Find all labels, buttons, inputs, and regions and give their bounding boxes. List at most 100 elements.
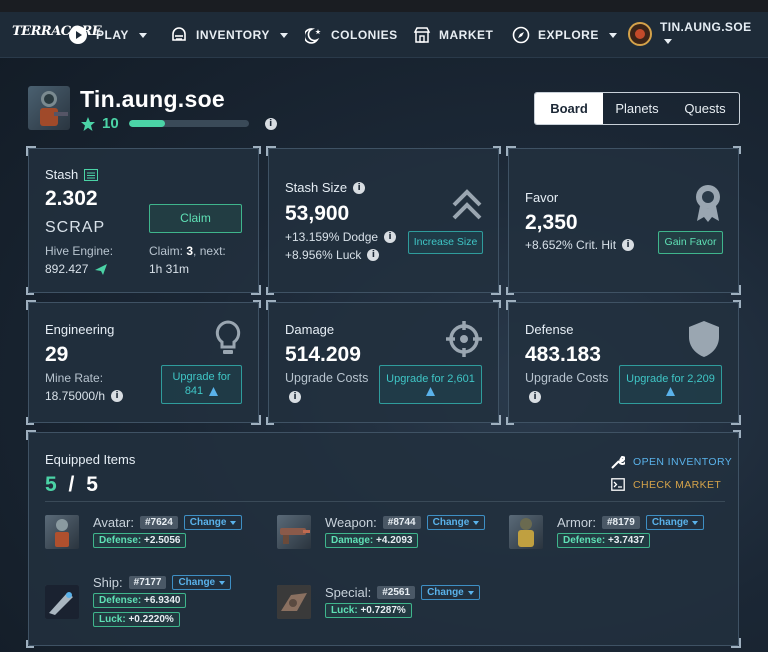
avatar-label-row: Avatar: #7624 Change <box>93 515 243 530</box>
info-icon[interactable]: i <box>289 391 301 403</box>
engineering-value: 29 <box>45 343 69 366</box>
send-icon[interactable] <box>94 263 108 276</box>
info-icon[interactable]: i <box>622 239 635 251</box>
caret-down-icon <box>467 590 474 595</box>
double-chevron-up-icon <box>452 189 482 220</box>
special-label: Special: <box>325 585 372 600</box>
upgrade-damage-button[interactable]: Upgrade for 2,601 <box>379 365 482 404</box>
ship-label-row: Ship: #7177 Change <box>93 575 232 590</box>
hive-engine-value: 892.427 <box>45 262 89 276</box>
special-stat-key: Luck: <box>331 605 358 616</box>
damage-costs-label: Upgrade Costs <box>285 371 369 385</box>
favor-value: 2,350 <box>525 211 578 234</box>
avatar-change-button[interactable]: Change <box>183 515 243 530</box>
weapon-change-button[interactable]: Change <box>426 515 486 530</box>
equipped-title: Equipped Items <box>45 452 136 467</box>
dodge-row: +13.159% Dodge i <box>285 230 397 244</box>
avatar-id: #7624 <box>139 516 178 529</box>
ship-change-button[interactable]: Change <box>172 575 232 590</box>
avatar-label: Avatar: <box>93 515 134 530</box>
upgrade-engineering-button[interactable]: Upgrade for 841 <box>161 365 242 404</box>
next-label: , next: <box>193 244 226 258</box>
nav-explore[interactable]: EXPLORE <box>512 12 617 58</box>
caret-down-icon <box>473 520 480 525</box>
equipped-count-value: 5 <box>45 473 57 496</box>
armor-stat-value: +3.7437 <box>608 535 645 546</box>
lightbulb-icon <box>215 320 241 354</box>
list-icon <box>84 168 99 181</box>
defense-costs-label: Upgrade Costs <box>525 371 609 385</box>
board-tabs: Board Planets Quests <box>534 92 740 125</box>
weapon-change-label: Change <box>432 517 470 528</box>
info-icon[interactable]: i <box>264 117 277 130</box>
tab-board[interactable]: Board <box>535 93 603 124</box>
special-stat: Luck: +0.7287% <box>325 603 412 618</box>
compass-icon <box>512 26 530 44</box>
weapon-stat-value: +4.2093 <box>376 535 413 546</box>
nav-play[interactable]: PLAY <box>68 12 147 58</box>
special-change-button[interactable]: Change <box>421 585 480 600</box>
tab-planets[interactable]: Planets <box>603 93 671 124</box>
stash-amount: 2.302 <box>45 187 98 210</box>
nav-market[interactable]: MARKET <box>413 12 493 58</box>
upgrade-defense-button[interactable]: Upgrade for 2,209 <box>619 365 722 404</box>
avatar-stat: Defense: +2.5056 <box>93 533 187 548</box>
play-icon <box>69 26 87 44</box>
armor-label: Armor: <box>557 515 596 530</box>
ship-label: Ship: <box>93 575 123 590</box>
special-id: #2561 <box>377 586 416 599</box>
armor-stat: Defense: +3.7437 <box>557 533 651 548</box>
equipped-count-sep: / <box>68 473 75 496</box>
weapon-thumbnail[interactable] <box>277 515 311 549</box>
claim-button[interactable]: Claim <box>149 204 242 233</box>
armor-thumbnail[interactable] <box>509 515 543 549</box>
terminal-icon <box>611 478 625 491</box>
flux-icon <box>426 386 435 396</box>
ship-thumbnail[interactable] <box>45 585 79 619</box>
stash-card: Stash 2.302 SCRAP Claim Hive Engine: 892… <box>26 146 261 295</box>
upgrade-engineering-line1: Upgrade for <box>172 370 231 383</box>
next-claim-time: 1h 31m <box>149 262 190 276</box>
ship-stat-luck: Luck: +0.2220% <box>93 612 180 627</box>
weapon-id: #8744 <box>382 516 421 529</box>
avatar-thumbnail[interactable] <box>45 515 79 549</box>
nav-colonies[interactable]: COLONIES <box>305 12 398 58</box>
stash-size-value: 53,900 <box>285 202 350 225</box>
crit-row: +8.652% Crit. Hit i <box>525 238 635 252</box>
nav-market-label: MARKET <box>439 28 494 42</box>
upgrade-engineering-cost: 841 <box>184 384 204 397</box>
info-icon[interactable]: i <box>384 231 397 243</box>
shield-icon <box>689 321 719 357</box>
stash-title: Stash <box>45 167 79 182</box>
open-inventory-link[interactable]: OPEN INVENTORY <box>611 455 732 469</box>
check-market-label: CHECK MARKET <box>633 478 722 491</box>
caret-down-icon <box>692 520 699 525</box>
ship-stat2-key: Luck: <box>99 614 126 625</box>
ship-stat1-key: Defense: <box>99 595 142 606</box>
armor-change-button[interactable]: Change <box>645 515 705 530</box>
gain-favor-button[interactable]: Gain Favor <box>658 231 723 254</box>
nav-inventory[interactable]: INVENTORY <box>170 12 288 58</box>
open-inventory-label: OPEN INVENTORY <box>633 456 733 468</box>
equipped-count: 5 / 5 <box>45 473 98 497</box>
info-icon[interactable]: i <box>529 391 541 403</box>
ship-change-label: Change <box>178 577 216 588</box>
equipped-count-total: 5 <box>86 473 98 496</box>
damage-card: Damage 514.209 Upgrade Costs i Upgrade f… <box>266 300 501 425</box>
profile-name: Tin.aung.soe <box>80 86 226 112</box>
tab-quests[interactable]: Quests <box>671 93 739 124</box>
stash-size-title-row: Stash Size i <box>285 180 366 195</box>
moon-star-icon <box>305 28 321 44</box>
info-icon[interactable]: i <box>367 249 380 261</box>
weapon-stat-key: Damage: <box>331 535 374 546</box>
info-icon[interactable]: i <box>353 181 366 194</box>
check-market-link[interactable]: CHECK MARKET <box>611 478 721 491</box>
increase-size-button[interactable]: Increase Size <box>408 231 483 254</box>
top-strip <box>0 0 768 12</box>
special-thumbnail[interactable] <box>277 585 311 619</box>
favor-card: Favor 2,350 +8.652% Crit. Hit i Gain Fav… <box>506 146 741 295</box>
user-menu[interactable]: TIN.AUNG.SOE <box>628 20 751 46</box>
stash-title-row: Stash <box>45 167 99 182</box>
armor-id: #8179 <box>602 516 640 529</box>
info-icon[interactable]: i <box>111 390 124 402</box>
